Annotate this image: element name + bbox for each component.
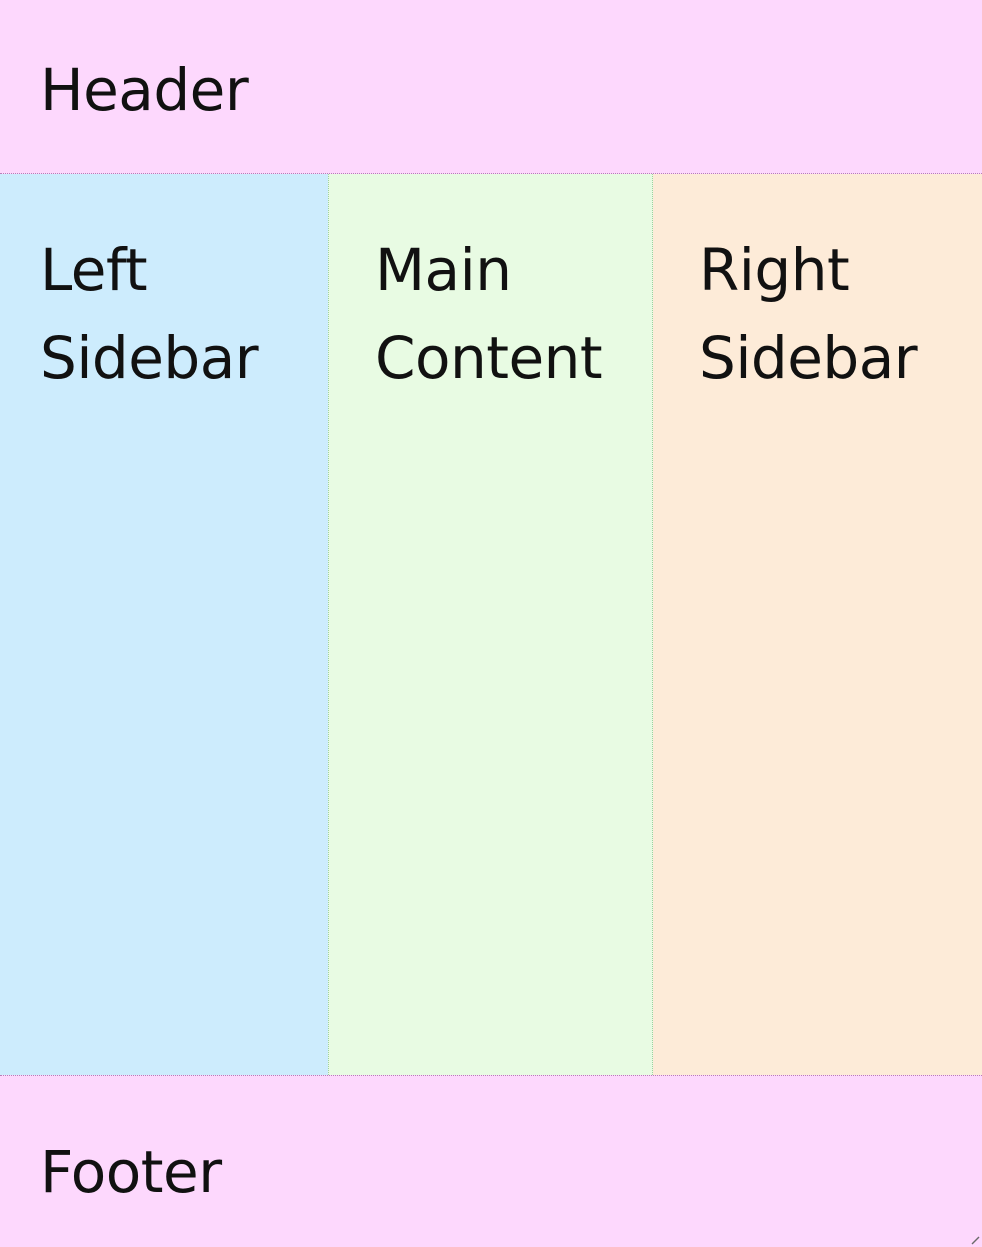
footer-region: Footer — [0, 1075, 982, 1247]
main-content-label: Main Content — [375, 236, 603, 392]
main-content-region: Main Content — [328, 174, 653, 1075]
footer-label: Footer — [40, 1138, 222, 1206]
header-label: Header — [40, 56, 249, 124]
right-sidebar-label: Right Sidebar — [699, 236, 918, 392]
left-sidebar-region: Left Sidebar — [0, 174, 328, 1075]
resize-grip-icon[interactable] — [968, 1233, 980, 1245]
right-sidebar-region: Right Sidebar — [653, 174, 982, 1075]
header-region: Header — [0, 0, 982, 174]
left-sidebar-label: Left Sidebar — [40, 236, 259, 392]
layout-page: Header Left Sidebar Main Content Right S… — [0, 0, 982, 1247]
